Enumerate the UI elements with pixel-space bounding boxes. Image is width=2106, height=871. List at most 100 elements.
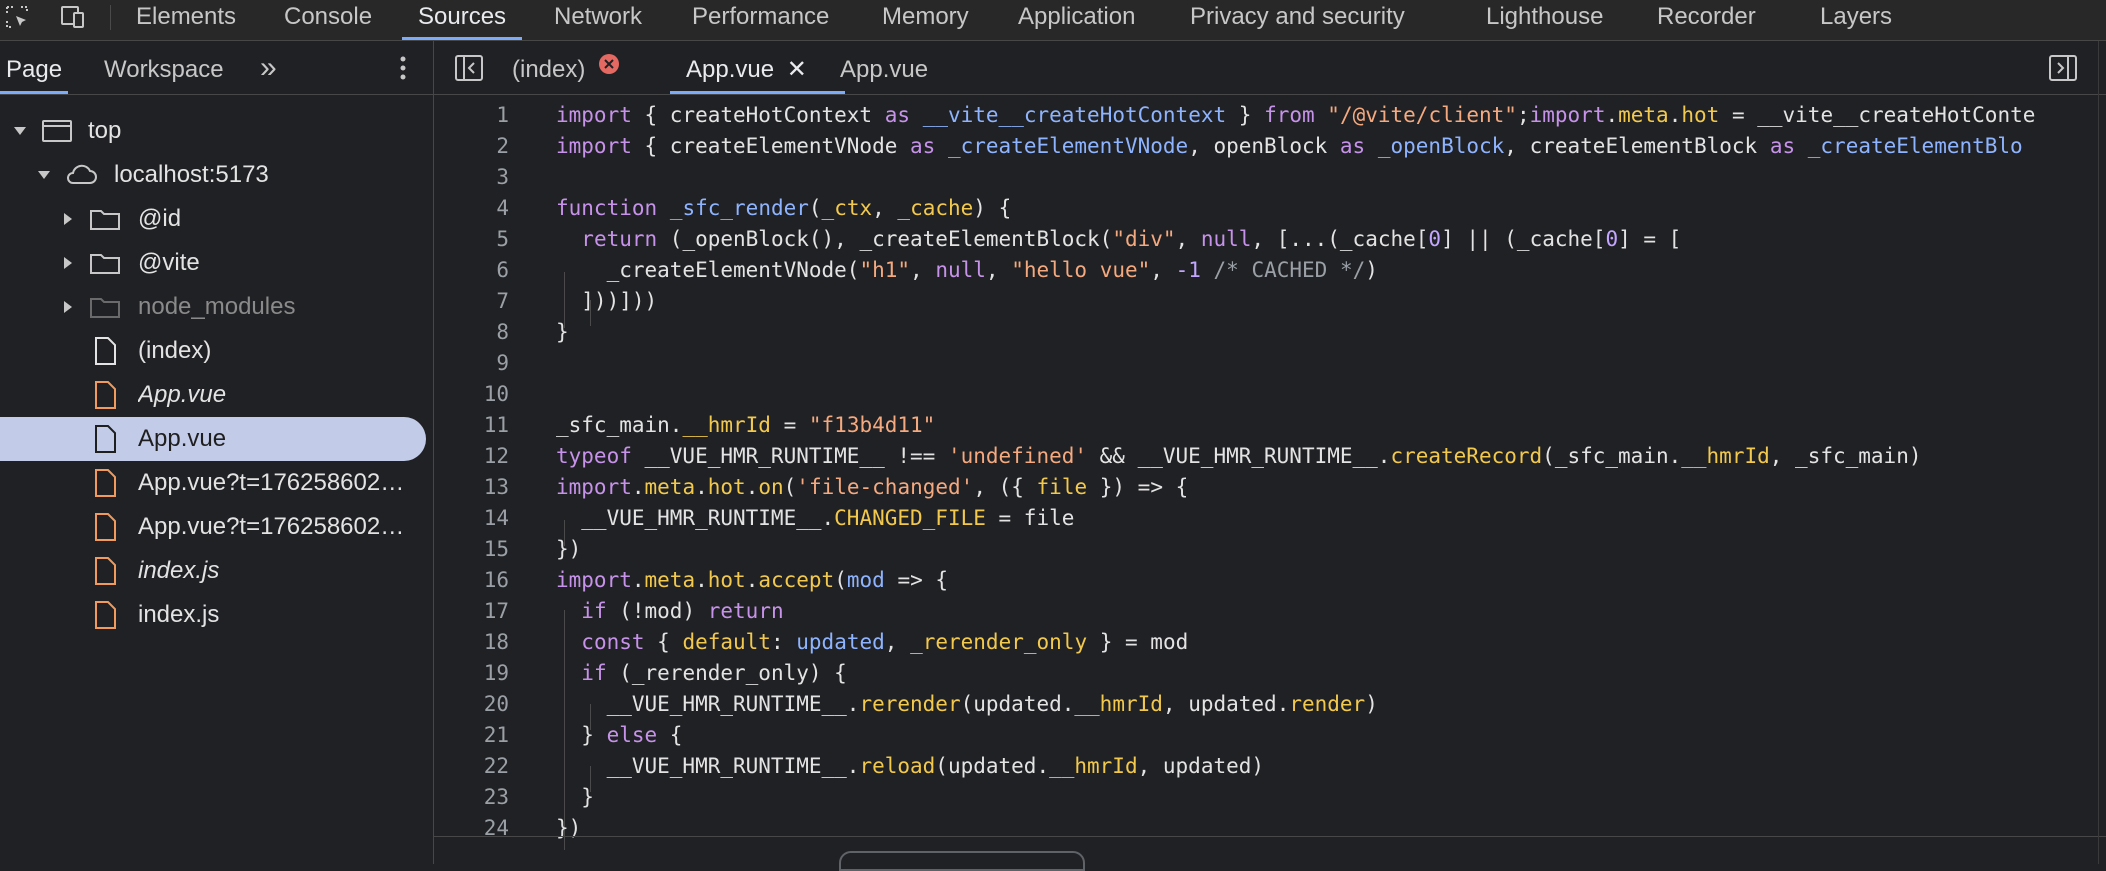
cloud-icon xyxy=(64,153,98,197)
code-line: 10 xyxy=(434,379,2106,410)
tab-sources[interactable]: Sources xyxy=(401,0,523,40)
tree-item-label: @vite xyxy=(138,249,200,276)
line-number: 8 xyxy=(496,320,509,344)
tree-item-label: App.vue xyxy=(138,381,227,408)
device-toolbar-icon[interactable] xyxy=(58,2,88,32)
line-number: 22 xyxy=(483,754,509,778)
tree-item-label: index.js xyxy=(138,557,220,584)
tree-item-file-index[interactable]: (index) xyxy=(0,329,426,373)
tab-page[interactable]: Page xyxy=(0,41,69,94)
tab-console[interactable]: Console xyxy=(284,0,372,40)
script-file-icon xyxy=(88,373,122,417)
code-line: 14 __VUE_HMR_RUNTIME__.CHANGED_FILE = fi… xyxy=(434,503,2106,534)
code-text: __VUE_HMR_RUNTIME__.reload(updated.__hmr… xyxy=(556,754,1265,778)
collapsed-arrow-icon[interactable] xyxy=(58,197,78,241)
toggle-navigator-icon[interactable] xyxy=(454,54,484,87)
collapsed-arrow-icon[interactable] xyxy=(58,285,78,329)
tab-application[interactable]: Application xyxy=(1018,0,1135,40)
tab-workspace[interactable]: Workspace xyxy=(104,41,224,94)
horizontal-scrollbar[interactable] xyxy=(434,836,2106,871)
inspect-element-icon[interactable] xyxy=(2,2,32,32)
line-number: 4 xyxy=(496,196,509,220)
code-text: _sfc_main.__hmrId = "f13b4d11" xyxy=(556,413,936,437)
script-file-icon xyxy=(88,461,122,505)
code-text: ]))])) xyxy=(556,289,658,313)
code-line: 4 function _sfc_render(_ctx, _cache) { xyxy=(434,193,2106,224)
expanded-arrow-icon[interactable] xyxy=(10,109,30,153)
tab-privacy-and-security[interactable]: Privacy and security xyxy=(1190,0,1405,40)
tree-item-folder-id[interactable]: @id xyxy=(0,197,426,241)
tab-lighthouse[interactable]: Lighthouse xyxy=(1486,0,1603,40)
tree-item-folder-vite[interactable]: @vite xyxy=(0,241,426,285)
frame-icon xyxy=(40,109,74,153)
line-number: 15 xyxy=(483,537,509,561)
code-text: import { createElementVNode as _createEl… xyxy=(556,134,2023,158)
code-line: 5 return (_openBlock(), _createElementBl… xyxy=(434,224,2106,255)
tree-item-file-index-js-italic[interactable]: index.js xyxy=(0,549,426,593)
code-text: } else { xyxy=(556,723,683,747)
code-view[interactable]: 1 import { createHotContext as __vite__cr… xyxy=(434,100,2106,864)
tree-item-file-app-vue-selected[interactable]: App.vue xyxy=(0,417,426,461)
tab-layers[interactable]: Layers xyxy=(1820,0,1892,40)
code-text: } xyxy=(556,785,594,809)
code-text: }) xyxy=(556,537,582,561)
script-file-icon xyxy=(88,593,122,637)
code-line: 13 import.meta.hot.on('file-changed', ({ … xyxy=(434,472,2106,503)
expanded-arrow-icon[interactable] xyxy=(34,153,54,197)
more-tabs-icon[interactable]: » xyxy=(260,41,277,94)
line-number: 10 xyxy=(483,382,509,406)
code-line: 2 import { createElementVNode as _createE… xyxy=(434,131,2106,162)
code-line: 7 ]))])) xyxy=(434,286,2106,317)
navigator-tab-bar: Page Workspace » xyxy=(0,41,434,95)
code-text: } xyxy=(556,320,569,344)
vertical-scrollbar[interactable] xyxy=(2098,41,2106,864)
line-number: 18 xyxy=(483,630,509,654)
line-number: 13 xyxy=(483,475,509,499)
tree-item-file-app-vue-italic[interactable]: App.vue xyxy=(0,373,426,417)
code-line: 20 __VUE_HMR_RUNTIME__.rerender(updated.… xyxy=(434,689,2106,720)
close-icon[interactable]: ✕ xyxy=(787,56,807,83)
editor-tab-app-vue[interactable]: App.vue xyxy=(840,41,928,94)
editor-tab-app-vue-active[interactable]: App.vue ✕ xyxy=(670,41,845,94)
tab-network[interactable]: Network xyxy=(554,0,642,40)
tab-recorder[interactable]: Recorder xyxy=(1657,0,1756,40)
line-number: 5 xyxy=(496,227,509,251)
file-icon xyxy=(88,329,122,373)
editor-tab-index[interactable]: (index) xyxy=(512,41,620,94)
folder-icon xyxy=(88,241,122,285)
collapsed-arrow-icon[interactable] xyxy=(58,241,78,285)
code-editor: (index) App.vue ✕ App.vue 1 import { crea… xyxy=(434,41,2106,871)
tab-memory[interactable]: Memory xyxy=(882,0,969,40)
tree-item-file-app-vue-t1[interactable]: App.vue?t=176258602… xyxy=(0,461,426,505)
sources-navigator: Page Workspace » top localhost:5173 @id … xyxy=(0,41,434,864)
tree-item-top[interactable]: top xyxy=(0,109,426,153)
line-number: 23 xyxy=(483,785,509,809)
line-number: 7 xyxy=(496,289,509,313)
code-text: _createElementVNode("h1", null, "hello v… xyxy=(556,258,1378,282)
tree-item-localhost[interactable]: localhost:5173 xyxy=(0,153,426,197)
line-number: 12 xyxy=(483,444,509,468)
code-line: 23 } xyxy=(434,782,2106,813)
tree-item-file-app-vue-t2[interactable]: App.vue?t=176258602… xyxy=(0,505,426,549)
tab-performance[interactable]: Performance xyxy=(692,0,829,40)
code-line: 19 if (_rerender_only) { xyxy=(434,658,2106,689)
folder-icon xyxy=(88,197,122,241)
code-text: import.meta.hot.accept(mod => { xyxy=(556,568,949,592)
folder-icon xyxy=(88,285,122,329)
more-options-icon[interactable] xyxy=(394,53,412,88)
code-line: 8} xyxy=(434,317,2106,348)
code-text: const { default: updated, _rerender_only… xyxy=(581,630,1189,654)
tree-item-label: top xyxy=(88,117,122,144)
tree-item-folder-node-modules[interactable]: node_modules xyxy=(0,285,426,329)
tree-item-label: localhost:5173 xyxy=(114,161,269,188)
line-number: 9 xyxy=(496,351,509,375)
line-number: 2 xyxy=(496,134,509,158)
toggle-debugger-icon[interactable] xyxy=(2048,54,2078,87)
tree-item-file-index-js[interactable]: index.js xyxy=(0,593,426,637)
code-line: 1 import { createHotContext as __vite__cr… xyxy=(434,100,2106,131)
tab-elements[interactable]: Elements xyxy=(136,0,236,40)
script-file-icon xyxy=(88,505,122,549)
scrollbar-thumb[interactable] xyxy=(839,851,1085,871)
code-line: 17 if (!mod) return xyxy=(434,596,2106,627)
code-text: import.meta.hot.on('file-changed', ({ fi… xyxy=(556,475,1189,499)
